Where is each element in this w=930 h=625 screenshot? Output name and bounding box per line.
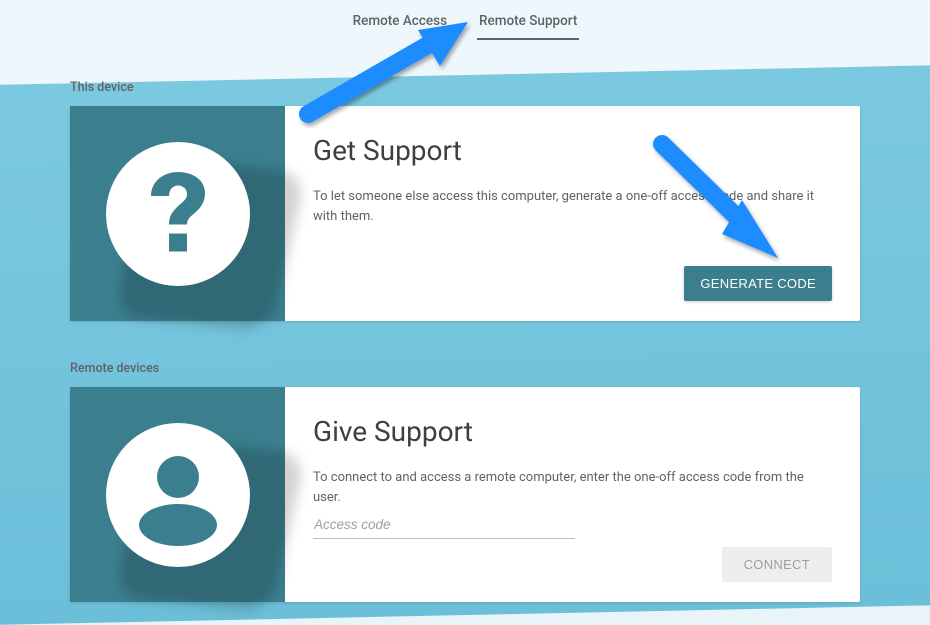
get-support-description: To let someone else access this computer… — [313, 187, 832, 226]
get-support-title: Get Support — [313, 134, 832, 167]
generate-code-button[interactable]: GENERATE CODE — [684, 266, 832, 301]
main-content: Remote Access Remote Support This device… — [0, 0, 930, 602]
card-get-support-body: Get Support To let someone else access t… — [285, 106, 860, 321]
person-icon — [103, 420, 253, 570]
card-give-support: Give Support To connect to and access a … — [70, 387, 860, 602]
connect-button[interactable]: CONNECT — [722, 547, 832, 582]
get-support-actions: GENERATE CODE — [313, 266, 832, 301]
question-mark-icon — [103, 139, 253, 289]
give-support-description: To connect to and access a remote comput… — [313, 468, 832, 507]
card-give-support-illustration — [70, 387, 285, 602]
give-support-title: Give Support — [313, 415, 832, 448]
card-get-support: Get Support To let someone else access t… — [70, 106, 860, 321]
give-support-actions: CONNECT — [313, 547, 832, 582]
tab-remote-support[interactable]: Remote Support — [477, 5, 579, 40]
tab-remote-access[interactable]: Remote Access — [351, 5, 449, 40]
card-get-support-illustration — [70, 106, 285, 321]
card-give-support-body: Give Support To connect to and access a … — [285, 387, 860, 602]
section-label-remote-devices: Remote devices — [70, 361, 860, 376]
section-label-this-device: This device — [70, 80, 860, 95]
access-code-input[interactable] — [313, 511, 575, 539]
tab-bar: Remote Access Remote Support — [70, 0, 860, 40]
access-code-input-wrap — [313, 511, 832, 539]
